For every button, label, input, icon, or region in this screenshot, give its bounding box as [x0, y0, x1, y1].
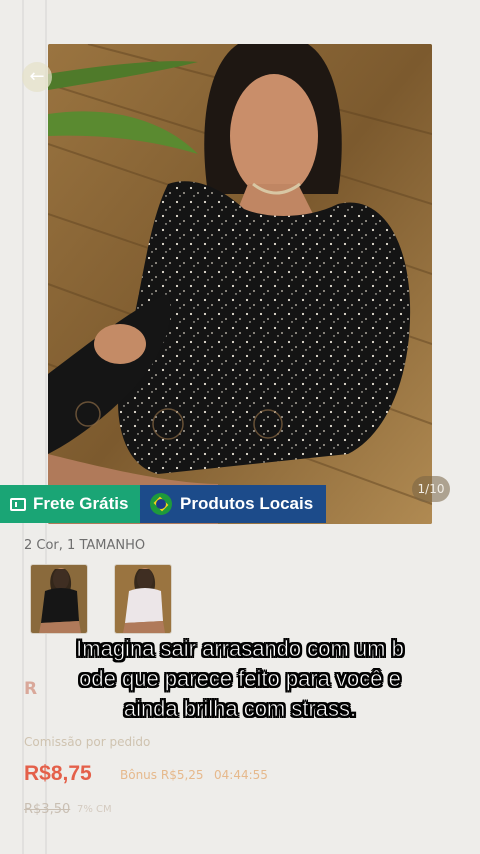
variant-thumb-black-image: [31, 565, 87, 633]
arrow-left-icon: ←: [29, 66, 45, 87]
old-price: R$3,50: [24, 802, 71, 817]
countdown-timer: 04:44:55: [214, 768, 268, 782]
caption-line: ainda brilha com strass.: [123, 696, 357, 722]
commission-value: R$8,75: [24, 762, 92, 785]
bonus-text: Bônus R$5,25: [120, 768, 204, 782]
caption-line: Imagina sair arrasando com um b: [76, 636, 404, 662]
variants-summary[interactable]: 2 Cor, 1 TAMANHO: [24, 538, 145, 553]
caption-line: ode que parece feito para você e: [79, 666, 401, 692]
variant-thumb-white[interactable]: [114, 564, 172, 634]
video-caption: Imagina sair arrasando com um b ode que …: [20, 634, 460, 724]
brazil-flag-icon: [150, 493, 172, 515]
product-image[interactable]: [48, 44, 432, 524]
commission-label: Comissão por pedido: [24, 735, 151, 749]
free-shipping-label: Frete Grátis: [33, 494, 129, 513]
variant-thumb-black[interactable]: [30, 564, 88, 634]
variant-thumb-white-image: [115, 565, 171, 633]
badge-row: Frete Grátis Produtos Locais: [0, 485, 326, 523]
product-card: ← 1/10 Frete Grátis Produtos Locais 2 Co…: [0, 0, 480, 854]
product-photo-illustration: [48, 44, 432, 524]
image-counter: 1/10: [412, 476, 450, 502]
local-products-label: Produtos Locais: [180, 494, 314, 513]
variant-thumbnails: [30, 564, 172, 634]
back-button[interactable]: ←: [22, 62, 52, 92]
local-products-badge: Produtos Locais: [140, 485, 326, 523]
discount-text: 7% CM: [77, 804, 112, 815]
free-shipping-badge: Frete Grátis: [0, 485, 140, 523]
ticket-icon: [10, 497, 26, 511]
